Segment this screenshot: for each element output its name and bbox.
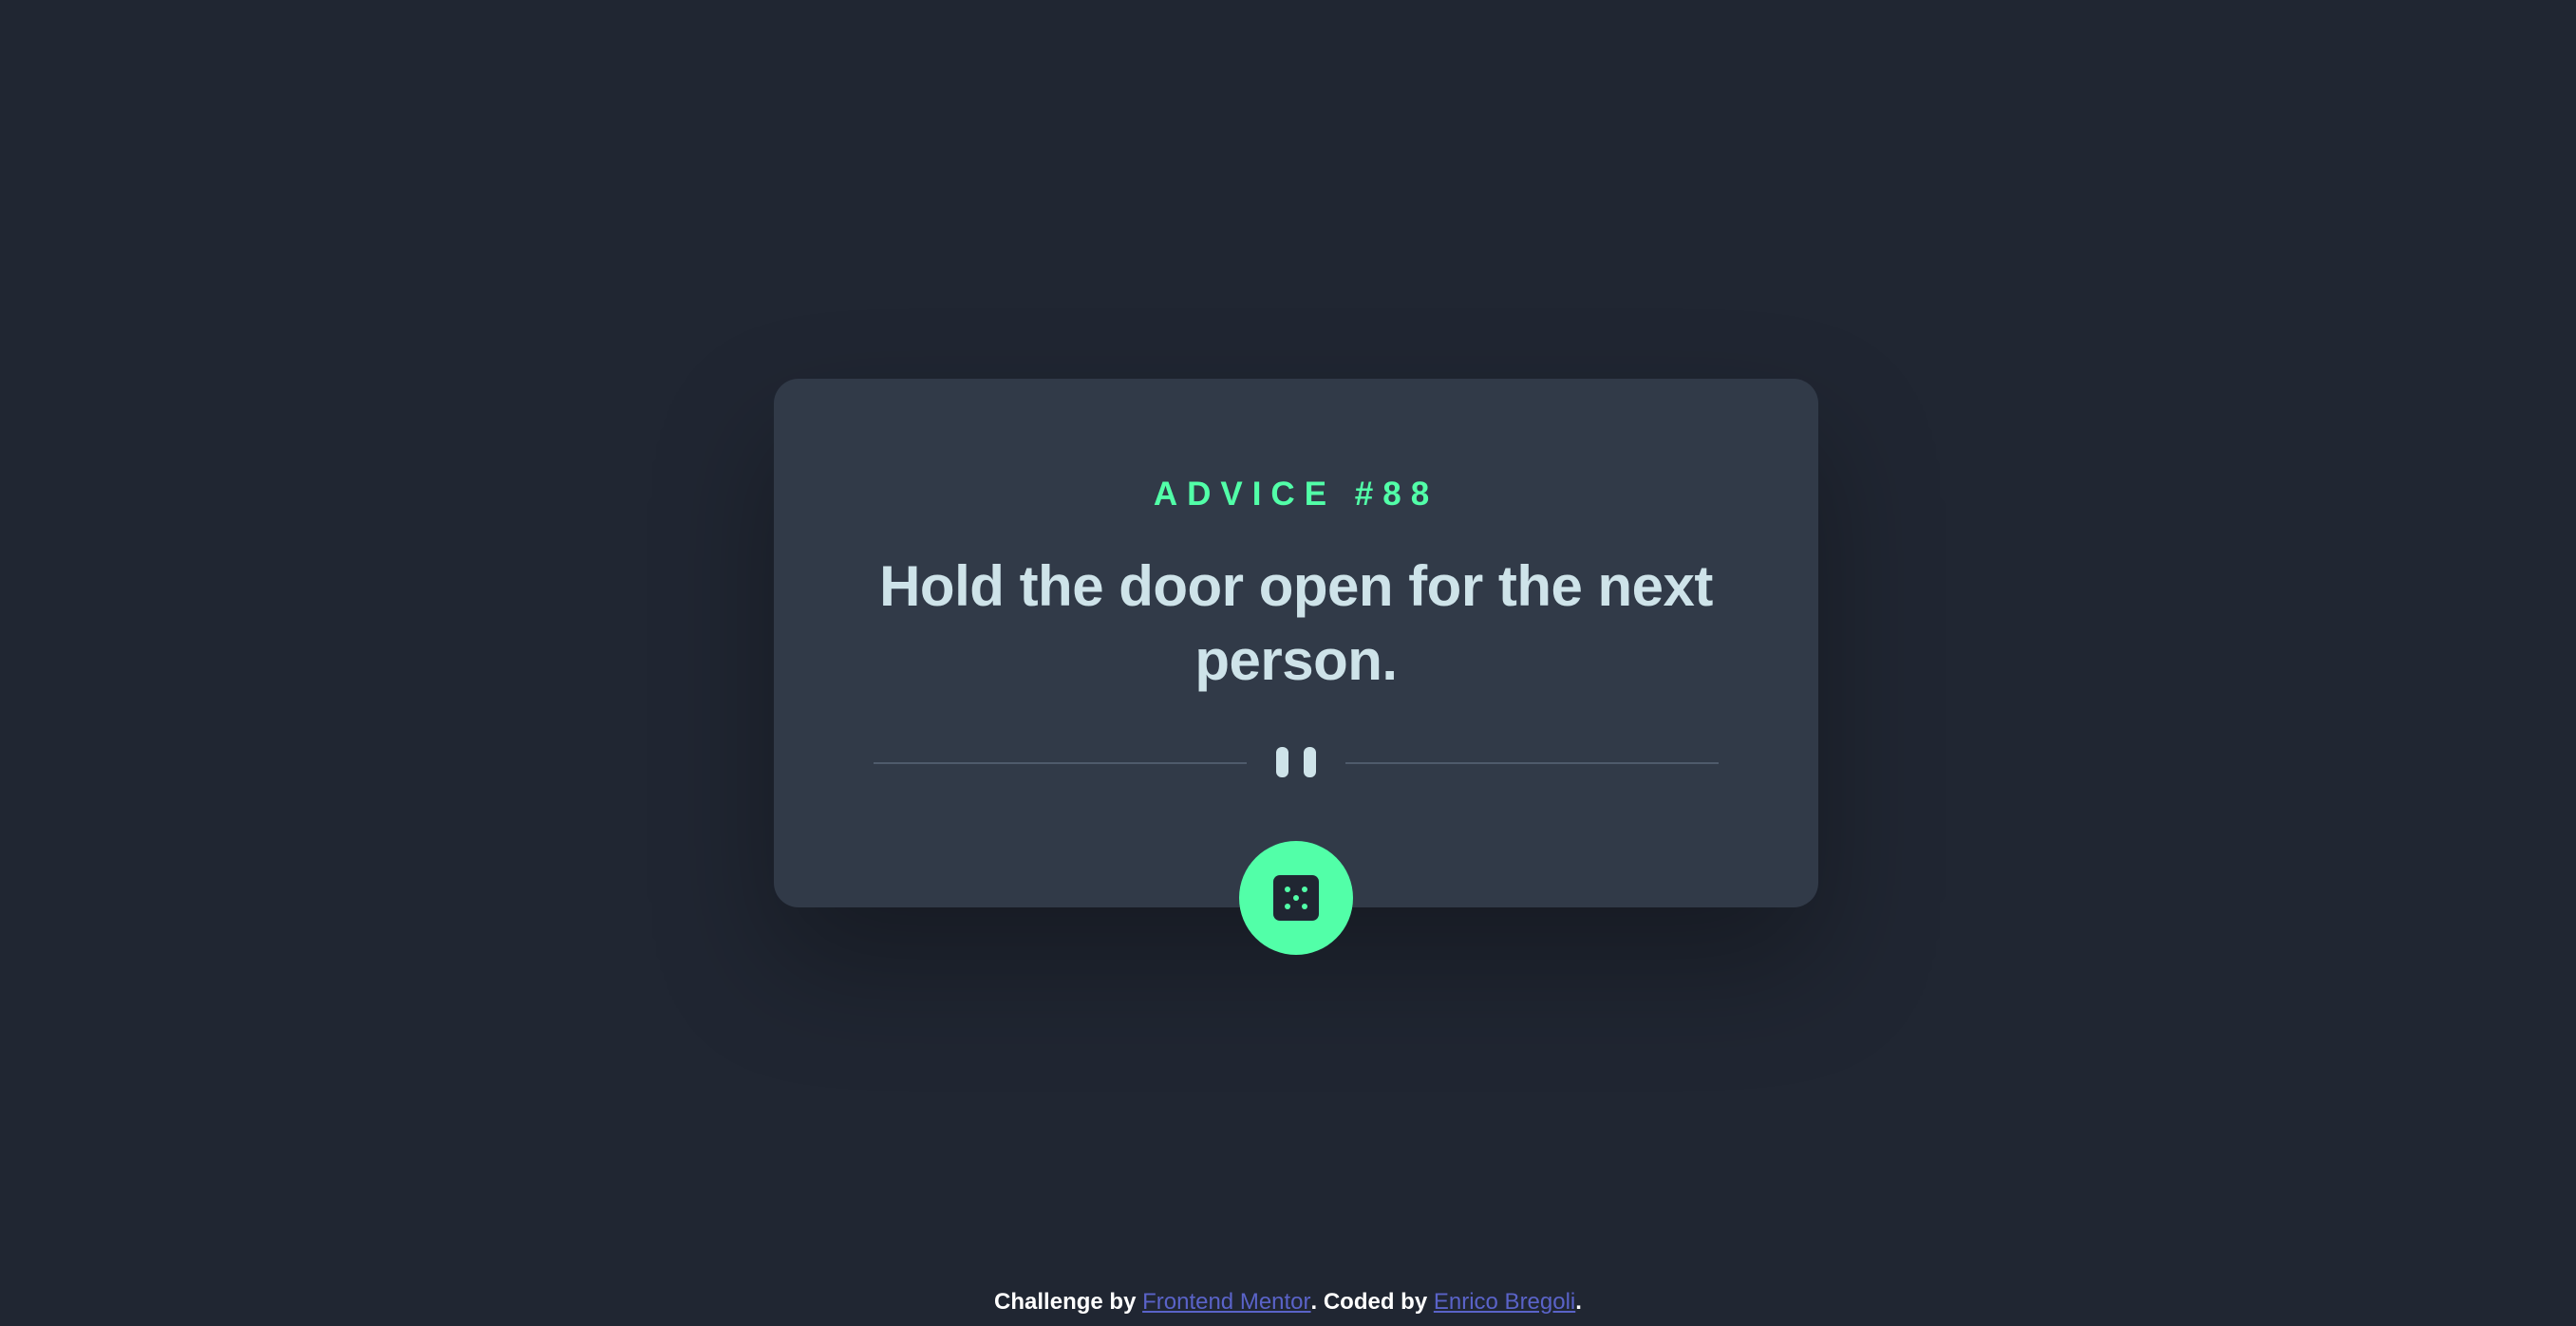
- frontend-mentor-link[interactable]: Frontend Mentor: [1142, 1289, 1310, 1315]
- coded-prefix: . Coded by: [1310, 1289, 1434, 1315]
- divider-line-right: [1345, 762, 1719, 764]
- dice-icon: [1273, 875, 1319, 921]
- pattern-divider: [874, 747, 1719, 777]
- challenge-prefix: Challenge by: [994, 1289, 1143, 1315]
- advice-id-label: ADVICE #88: [1153, 476, 1439, 513]
- advice-card: ADVICE #88 Hold the door open for the ne…: [774, 379, 1818, 907]
- advice-quote: Hold the door open for the next person.: [879, 554, 1713, 692]
- author-link[interactable]: Enrico Bregoli: [1434, 1289, 1575, 1315]
- pause-bar: [1276, 747, 1288, 777]
- new-advice-button[interactable]: [1239, 841, 1353, 955]
- pause-icon: [1276, 747, 1316, 777]
- divider-line-left: [874, 762, 1247, 764]
- footer-suffix: .: [1575, 1289, 1582, 1315]
- pause-bar: [1304, 747, 1316, 777]
- attribution-footer: Challenge by Frontend Mentor. Coded by E…: [0, 1288, 2576, 1317]
